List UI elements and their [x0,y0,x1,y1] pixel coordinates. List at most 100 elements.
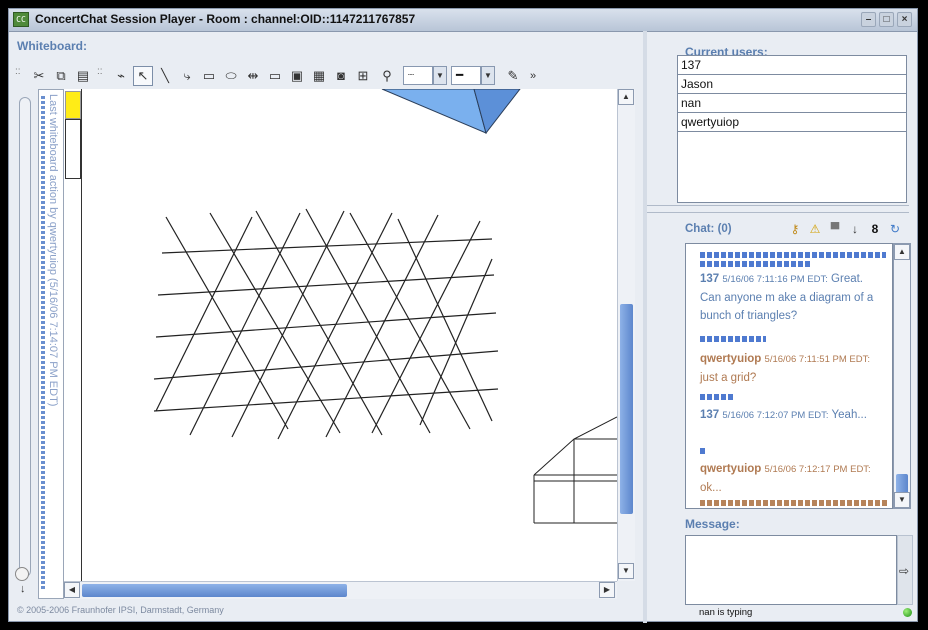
scroll-left-icon[interactable]: ◀ [64,582,80,598]
arrow-down-icon[interactable]: ↓ [20,583,26,595]
send-icon[interactable]: ⇨ [899,564,909,578]
message-sender: 137 [700,409,720,421]
zoom-slider[interactable]: ↓ [15,89,37,599]
chat-message: qwertyuiop 5/16/06 7:12:17 PM EDT: ok... [700,460,886,497]
color-icon[interactable]: ✎ [503,66,523,86]
zoom-slider-track[interactable] [19,97,31,577]
app-icon: CC [13,12,29,27]
camera-icon[interactable]: ◙ [331,66,351,86]
close-icon[interactable]: × [897,12,912,27]
blue-shape[interactable] [381,89,487,134]
session-player-window: CC ConcertChat Session Player - Room : c… [8,8,918,623]
message-text: just a grid? [700,372,757,384]
toolbar-grip: :: [15,66,21,77]
triangle-grid[interactable] [153,208,499,440]
pointer-icon[interactable]: ↖ [133,66,153,86]
copyright-footer: © 2005-2006 Fraunhofer IPSI, Darmstadt, … [17,605,224,615]
message-sender: qwertyuiop [700,353,762,365]
zoom-slider-knob[interactable] [15,567,29,581]
eyedropper-icon[interactable]: ⚲ [377,66,397,86]
line-style-icon: ┈ [408,70,415,81]
message-text: Yeah... [831,409,867,421]
chevron-down-icon[interactable]: ▼ [481,66,495,85]
page-thumbnail[interactable] [65,119,81,179]
rectangle-icon[interactable]: ▭ [199,66,219,86]
message-label: Message: [685,517,740,531]
canvas-vertical-scrollbar[interactable]: ▲ ▼ [617,89,635,581]
message-sender: qwertyuiop [700,463,762,475]
scroll-thumb[interactable] [620,304,633,514]
connection-status-icon [903,608,912,617]
lasso-icon[interactable]: ⌁ [111,66,131,86]
cut-icon[interactable]: ✂ [29,66,49,86]
scroll-down-icon[interactable]: ▼ [894,492,910,508]
page-thumbnail-active[interactable] [65,91,81,119]
activity-bar [700,500,888,506]
chat-scrollbar[interactable]: ▲ ▼ [893,243,911,509]
message-time: 5/16/06 7:12:07 PM EDT: [722,410,829,421]
message-input[interactable] [685,535,897,605]
link-icon[interactable]: ⇹ [243,66,263,86]
maximize-icon[interactable]: □ [879,12,894,27]
scroll-up-icon[interactable]: ▲ [894,244,910,260]
message-sender: 137 [700,273,720,285]
export-icon[interactable]: ⊞ [353,66,373,86]
chat-log[interactable]: 137 5/16/06 7:11:16 PM EDT: Great. Can a… [685,243,893,509]
user-item[interactable]: Jason [678,75,906,94]
copy-icon[interactable]: ⧉ [51,66,71,86]
panel-splitter[interactable] [643,31,647,623]
chat-message: 137 5/16/06 7:12:07 PM EDT: Yeah... [700,406,886,425]
line-width-icon: ━ [456,68,464,82]
title-bar[interactable]: CC ConcertChat Session Player - Room : c… [9,9,917,32]
line-icon[interactable]: ╲ [155,66,175,86]
whiteboard-drawing [153,89,617,524]
user-toggle-icon[interactable]: 8 [867,221,883,237]
warning-icon[interactable]: ⚠ [807,221,823,237]
line-style-select[interactable]: ┈ [403,66,433,85]
key-icon[interactable]: ⚷ [787,221,803,237]
more-tools-icon[interactable]: » [523,66,543,86]
chat-toolbar: ⚷ ⚠ ▀ ↓ 8 ↻ [787,221,913,239]
user-item[interactable]: nan [678,94,906,113]
message-time: 5/16/06 7:11:51 PM EDT: [764,354,870,365]
chat-message: 137 5/16/06 7:11:16 PM EDT: Great. Can a… [700,270,886,325]
window-title: ConcertChat Session Player - Room : chan… [35,12,416,26]
scroll-thumb[interactable] [896,474,908,494]
minimize-icon[interactable]: – [861,12,876,27]
current-users-list[interactable]: 137 Jason nan qwertyuiop [677,55,907,203]
scroll-right-icon[interactable]: ▶ [599,582,615,598]
canvas-horizontal-scrollbar[interactable]: ◀ ▶ [64,581,617,599]
page-thumbnail-strip[interactable] [64,89,82,599]
paste-icon[interactable]: ▤ [73,66,93,86]
user-item[interactable]: 137 [678,56,906,75]
scroll-down-icon[interactable]: ▼ [618,563,634,579]
message-time: 5/16/06 7:11:16 PM EDT: [722,274,828,285]
activity-bar [700,448,705,454]
ellipse-icon[interactable]: ⬭ [221,66,241,86]
chat-message: qwertyuiop 5/16/06 7:11:51 PM EDT: just … [700,350,886,387]
chevron-down-icon[interactable]: ▼ [433,66,447,85]
partial-box-shape[interactable] [533,416,617,524]
user-item[interactable]: qwertyuiop [678,113,906,132]
text-box-icon[interactable]: ▭ [265,66,285,86]
last-action-text: Last whiteboard action by qwertyuiop (5/… [47,94,59,407]
image-icon[interactable]: ▦ [309,66,329,86]
download-icon[interactable]: ↓ [847,221,863,237]
users-chat-splitter[interactable] [647,205,909,213]
activity-bar [700,261,810,267]
whiteboard-canvas[interactable] [82,89,617,581]
chat-label: Chat: (0) [685,223,732,235]
whiteboard-history-panel[interactable]: Last whiteboard action by qwertyuiop (5/… [38,89,64,599]
scroll-thumb[interactable] [82,584,347,597]
message-text: ok... [700,482,722,494]
activity-bar [700,336,766,342]
monitor-icon[interactable]: ▀ [827,221,843,237]
line-width-select[interactable]: ━ [451,66,481,85]
note-icon[interactable]: ▣ [287,66,307,86]
activity-bar [700,394,734,400]
refresh-icon[interactable]: ↻ [887,221,903,237]
scroll-up-icon[interactable]: ▲ [618,89,634,105]
send-panel[interactable]: ⇨ [897,535,913,605]
history-timeline [41,96,45,591]
connector-icon[interactable]: ⤷ [177,66,197,86]
